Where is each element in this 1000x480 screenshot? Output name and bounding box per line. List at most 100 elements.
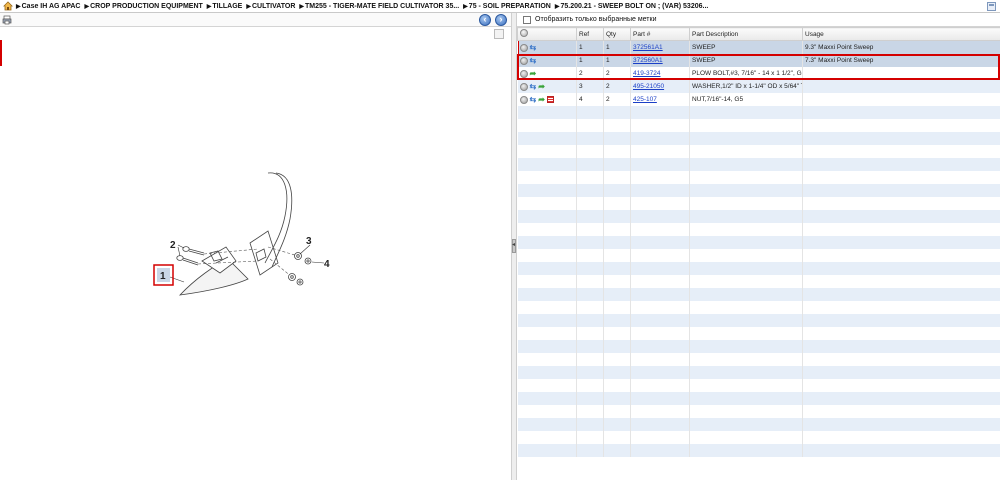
empty-table-row <box>517 405 1000 418</box>
table-row[interactable]: ➦ 2 2 419-3724 PLOW BOLT,#3, 7/16" - 14 x 1 … <box>517 67 1000 80</box>
breadcrumb-item[interactable]: ▶75 - SOIL PREPARATION <box>463 3 551 10</box>
table-row[interactable]: ⇆ 1 1 372561A1 SWEEP 9.3" Maxxi Point Sweep <box>517 40 1000 54</box>
cell-part-number-text[interactable]: 372560A1 <box>633 57 663 64</box>
show-selected-only-label: Отобразить только выбранные метки <box>535 16 657 23</box>
breadcrumb-item[interactable]: ▶TILLAGE <box>207 3 243 10</box>
cell-qty-text: 2 <box>606 70 610 77</box>
cell-qty-text: 1 <box>606 57 610 64</box>
breadcrumb-item[interactable]: ▶TM255 - TIGER-MATE FIELD CULTIVATOR 35.… <box>299 3 459 10</box>
row-select-icon[interactable] <box>519 69 528 78</box>
empty-table-row <box>517 340 1000 353</box>
cell-description-text: PLOW BOLT,#3, 7/16" - 14 x 1 1/2", Gr 5 <box>692 70 803 77</box>
window-toggle-icon[interactable] <box>987 2 996 11</box>
cell-part-number[interactable]: 419-3724 <box>630 67 690 80</box>
cell-usage: 7.3" Maxxi Point Sweep <box>802 54 1000 67</box>
cell-description-text: SWEEP <box>692 44 716 51</box>
empty-table-row <box>517 171 1000 184</box>
header-qty[interactable]: Qty <box>603 27 631 41</box>
header-usage[interactable]: Usage <box>802 27 1000 41</box>
empty-table-row <box>517 327 1000 340</box>
previous-arrow-icon[interactable]: ‹ <box>479 14 491 26</box>
empty-table-row <box>517 418 1000 431</box>
cell-part-number[interactable]: 425-107 <box>630 93 690 106</box>
breadcrumb-label: Case IH AG APAC <box>21 2 81 10</box>
cell-part-number[interactable]: 495-21050 <box>630 80 690 93</box>
empty-table-row <box>517 210 1000 223</box>
substitute-icon[interactable]: ⇆ <box>530 56 537 65</box>
filter-bar: Отобразить только выбранные метки <box>517 13 1000 27</box>
add-to-cart-arrow-icon[interactable]: ➦ <box>530 69 537 78</box>
breadcrumb-label: 75 - SOIL PREPARATION <box>468 2 551 10</box>
table-row[interactable]: ⇆ ➦ 3 2 495-21050 WASHER,1/2" ID x 1-1/4" OD … <box>517 80 1000 93</box>
cell-ref: 1 <box>576 40 604 54</box>
breadcrumb-label: CROP PRODUCTION EQUIPMENT <box>90 2 203 10</box>
breadcrumb-arrow-icon: ▶ <box>554 3 560 10</box>
empty-table-row <box>517 158 1000 171</box>
callout-3[interactable]: 3 <box>306 236 312 247</box>
empty-table-row <box>517 301 1000 314</box>
callout-2[interactable]: 2 <box>170 240 176 251</box>
cell-part-number-text[interactable]: 372561A1 <box>633 44 663 51</box>
substitute-icon[interactable]: ⇆ <box>530 82 537 91</box>
empty-table-row <box>517 197 1000 210</box>
header-description[interactable]: Part Description <box>689 27 803 41</box>
maximize-icon[interactable] <box>494 29 504 39</box>
cell-part-number-text[interactable]: 495-21050 <box>633 83 664 90</box>
callout-4[interactable]: 4 <box>324 259 330 270</box>
row-select-icon[interactable] <box>519 43 528 52</box>
empty-table-row <box>517 236 1000 249</box>
breadcrumb-items: ▶Case IH AG APAC ▶CROP PRODUCTION EQUIPME… <box>16 3 712 10</box>
breadcrumb-item[interactable]: ▶CROP PRODUCTION EQUIPMENT <box>85 3 203 10</box>
empty-table-row <box>517 119 1000 132</box>
empty-table-row <box>517 353 1000 366</box>
cell-qty: 2 <box>603 67 631 80</box>
collapse-handle-icon[interactable] <box>512 239 516 253</box>
home-icon[interactable] <box>3 1 13 11</box>
cell-usage-text: 7.3" Maxxi Point Sweep <box>805 57 874 64</box>
cell-description: NUT,7/16"-14, G5 <box>689 93 803 106</box>
empty-table-row <box>517 314 1000 327</box>
next-arrow-icon[interactable]: › <box>495 14 507 26</box>
cell-part-number[interactable]: 372560A1 <box>630 54 690 67</box>
substitute-icon[interactable]: ⇆ <box>530 95 537 104</box>
cell-part-number-text[interactable]: 425-107 <box>633 96 657 103</box>
table-row[interactable]: ⇆ 1 1 372560A1 SWEEP 7.3" Maxxi Point Sweep <box>517 54 1000 67</box>
add-to-cart-arrow-icon[interactable]: ➦ <box>538 82 545 91</box>
header-icons[interactable] <box>517 27 577 41</box>
breadcrumb-item[interactable]: ▶Case IH AG APAC <box>16 3 81 10</box>
breadcrumb-item[interactable]: ▶75.200.21 - SWEEP BOLT ON ; (VAR) 53206… <box>555 3 708 10</box>
cell-description-text: SWEEP <box>692 57 716 64</box>
cell-qty-text: 1 <box>606 44 610 51</box>
row-select-icon[interactable] <box>519 82 528 91</box>
flag-icon[interactable] <box>546 96 554 103</box>
substitute-icon[interactable]: ⇆ <box>530 43 537 52</box>
cell-usage-text: 9.3" Maxxi Point Sweep <box>805 44 874 51</box>
cell-description-text: WASHER,1/2" ID x 1-1/4" OD x 5/64" Thk <box>692 83 803 90</box>
empty-table-row <box>517 379 1000 392</box>
select-all-icon[interactable] <box>520 29 528 37</box>
bolts-drawing <box>176 246 205 266</box>
show-selected-only-checkbox[interactable] <box>523 15 531 24</box>
empty-table-row <box>517 431 1000 444</box>
row-select-icon[interactable] <box>519 95 528 104</box>
breadcrumb-arrow-icon: ▶ <box>206 3 212 10</box>
print-icon[interactable] <box>2 15 12 25</box>
add-to-cart-arrow-icon[interactable]: ➦ <box>538 95 545 104</box>
cell-ref: 1 <box>576 54 604 67</box>
callout-1[interactable]: 1 <box>160 271 166 282</box>
cell-usage <box>802 67 1000 80</box>
header-ref[interactable]: Ref <box>576 27 604 41</box>
empty-table-row <box>517 145 1000 158</box>
breadcrumb: ▶Case IH AG APAC ▶CROP PRODUCTION EQUIPME… <box>0 0 1000 13</box>
breadcrumb-arrow-icon: ▶ <box>16 3 21 10</box>
breadcrumb-arrow-icon: ▶ <box>463 3 468 10</box>
table-header-row: Ref Qty Part # Part Description Usage <box>517 27 1000 41</box>
row-select-icon[interactable] <box>519 56 528 65</box>
breadcrumb-item[interactable]: ▶CULTIVATOR <box>246 3 295 10</box>
table-row[interactable]: ⇆ ➦ 4 2 425-107 NUT,7/16"-14, G5 <box>517 93 1000 106</box>
cell-part-number[interactable]: 372561A1 <box>630 40 690 54</box>
parts-list-pane: Отобразить только выбранные метки Ref Qt… <box>517 13 1000 480</box>
header-part[interactable]: Part # <box>630 27 690 41</box>
cell-part-number-text[interactable]: 419-3724 <box>633 70 660 77</box>
empty-table-row <box>517 392 1000 405</box>
